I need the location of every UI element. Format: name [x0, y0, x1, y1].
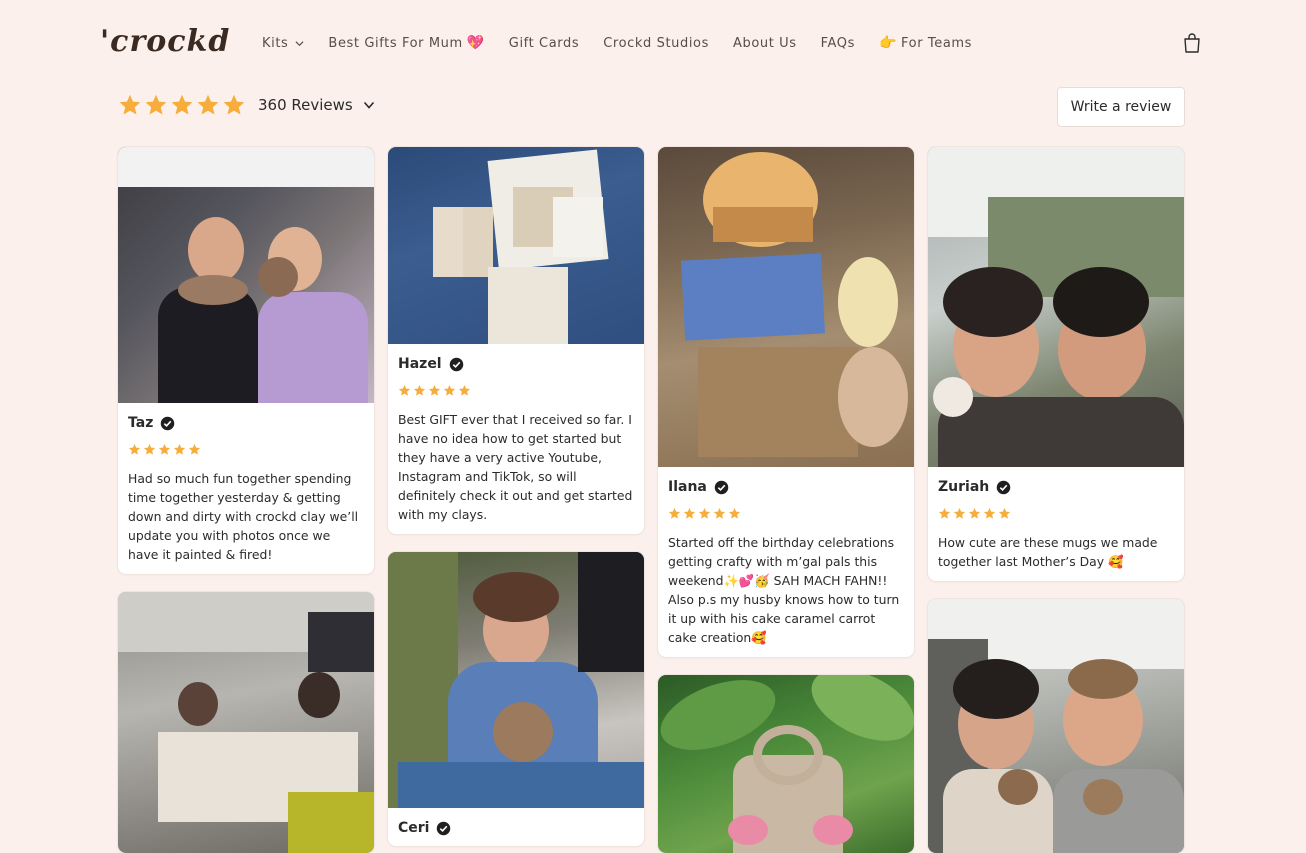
- star-icon: [443, 384, 456, 396]
- reviews-count: 360 Reviews: [258, 96, 353, 114]
- star-icon: [398, 384, 411, 396]
- reviewer-name: Ceri: [398, 820, 430, 836]
- reviewer-name: Ilana: [668, 479, 707, 495]
- star-icon: [197, 94, 219, 115]
- review-stars: [938, 507, 1174, 520]
- nav-best-gifts-for-mum[interactable]: Best Gifts For Mum 💖: [328, 35, 484, 51]
- review-body: Ceri: [388, 808, 644, 846]
- nav-about-us[interactable]: About Us: [733, 36, 797, 51]
- verified-check-icon: [161, 416, 175, 430]
- site-header: 'crockd Kits Best Gifts For Mum 💖 Gift C…: [0, 0, 1306, 86]
- star-icon: [683, 507, 696, 519]
- nav-best-gifts-label: Best Gifts For Mum: [328, 35, 463, 51]
- star-icon: [983, 507, 996, 519]
- rating-stars: [118, 93, 248, 117]
- star-icon: [128, 443, 141, 455]
- star-icon: [713, 507, 726, 519]
- review-text: Best GIFT ever that I received so far. I…: [398, 412, 633, 522]
- review-photo[interactable]: [928, 147, 1184, 467]
- verified-check-icon: [437, 821, 451, 835]
- star-icon: [953, 507, 966, 519]
- review-photo[interactable]: [118, 147, 374, 403]
- nav-for-teams[interactable]: 👉 For Teams: [879, 35, 972, 51]
- star-icon: [143, 443, 156, 455]
- review-stars: [398, 384, 634, 397]
- review-photo[interactable]: [928, 599, 1184, 853]
- review-body: Zuriah How cute are these mugs we made t…: [928, 467, 1184, 581]
- review-card[interactable]: [118, 592, 374, 853]
- review-card[interactable]: Ceri: [388, 552, 644, 846]
- nav-faqs[interactable]: FAQs: [821, 36, 855, 51]
- review-body: Taz Had so much fun together spending ti…: [118, 403, 374, 574]
- review-text: Started off the birthday celebrations ge…: [668, 535, 900, 645]
- verified-check-icon: [997, 480, 1011, 494]
- review-stars: [128, 443, 364, 456]
- review-text: Had so much fun together spending time t…: [128, 471, 359, 562]
- review-card[interactable]: [928, 599, 1184, 853]
- nav-faqs-label: FAQs: [820, 35, 855, 51]
- review-card[interactable]: Zuriah How cute are these mugs we made t…: [928, 147, 1184, 581]
- star-icon: [173, 443, 186, 455]
- nav-gift-cards-label: Gift Cards: [508, 35, 580, 51]
- star-icon: [171, 94, 193, 115]
- star-icon: [458, 384, 471, 396]
- star-icon: [938, 507, 951, 519]
- review-card[interactable]: Taz Had so much fun together spending ti…: [118, 147, 374, 574]
- nav-kits-label: Kits: [262, 35, 289, 51]
- reviewer-name: Hazel: [398, 356, 442, 372]
- star-icon: [119, 94, 141, 115]
- pointing-hand-icon: 👉: [879, 35, 898, 51]
- review-photo[interactable]: [658, 675, 914, 853]
- star-icon: [968, 507, 981, 519]
- review-photo[interactable]: [658, 147, 914, 467]
- nav-crockd-studios[interactable]: Crockd Studios: [603, 36, 709, 51]
- reviewer-name: Taz: [128, 415, 154, 431]
- star-icon: [998, 507, 1011, 519]
- review-text: How cute are these mugs we made together…: [938, 535, 1158, 569]
- cart-icon[interactable]: [1180, 31, 1204, 55]
- nav-crockd-studios-label: Crockd Studios: [603, 35, 709, 51]
- nav-about-us-label: About Us: [732, 35, 797, 51]
- star-icon: [728, 507, 741, 519]
- heart-icon: 💖: [466, 35, 485, 51]
- review-stars: [668, 507, 904, 520]
- review-photo[interactable]: [388, 147, 644, 344]
- logo-text: 'crockd: [100, 24, 231, 59]
- star-icon: [698, 507, 711, 519]
- star-icon: [145, 94, 167, 115]
- chevron-down-icon: [363, 101, 374, 109]
- star-icon: [668, 507, 681, 519]
- write-review-button[interactable]: Write a review: [1057, 87, 1185, 127]
- verified-check-icon: [714, 480, 729, 494]
- star-icon: [158, 443, 171, 455]
- star-icon: [428, 384, 441, 396]
- nav-gift-cards[interactable]: Gift Cards: [509, 36, 579, 51]
- star-icon: [223, 94, 245, 115]
- crockd-logo[interactable]: 'crockd: [100, 24, 229, 62]
- review-card[interactable]: [658, 675, 914, 853]
- review-photo[interactable]: [388, 552, 644, 808]
- reviewer-name: Zuriah: [938, 479, 990, 495]
- main-nav: Kits Best Gifts For Mum 💖 Gift Cards Cro…: [262, 35, 996, 51]
- review-card[interactable]: Hazel Best GIFT ever that I received so …: [388, 147, 644, 534]
- review-photo[interactable]: [118, 592, 374, 853]
- review-body: Ilana Started off the birthday celebrati…: [658, 467, 914, 657]
- nav-for-teams-label: For Teams: [901, 35, 973, 51]
- nav-kits[interactable]: Kits: [262, 36, 304, 51]
- chevron-down-icon: [295, 40, 304, 46]
- review-card[interactable]: Ilana Started off the birthday celebrati…: [658, 147, 914, 657]
- star-icon: [188, 443, 201, 455]
- star-icon: [413, 384, 426, 396]
- reviews-summary[interactable]: 360 Reviews: [118, 93, 375, 117]
- review-body: Hazel Best GIFT ever that I received so …: [388, 344, 644, 534]
- verified-check-icon: [449, 357, 463, 371]
